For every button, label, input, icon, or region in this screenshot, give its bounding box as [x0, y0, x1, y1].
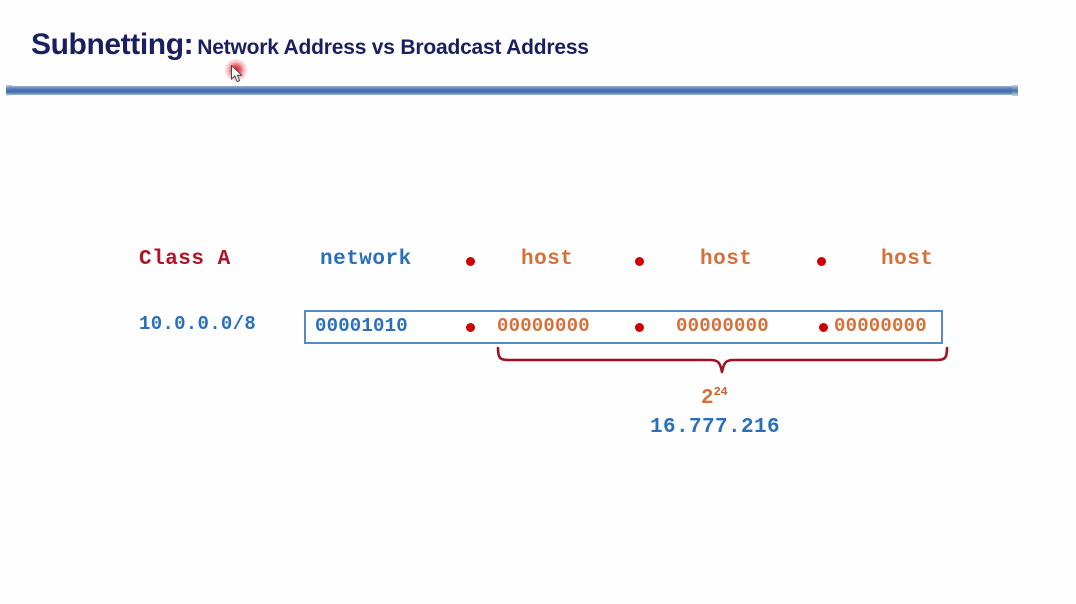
host-count-label: 16.777.216	[650, 416, 781, 439]
field-label-host-3: host	[881, 248, 934, 271]
octet-dot-separator-1	[466, 323, 475, 332]
field-label-network: network	[320, 248, 412, 271]
octet-binary-3: 00000000	[676, 315, 769, 337]
octet-binary-1: 00001010	[315, 315, 408, 337]
field-label-host-2: host	[700, 248, 753, 271]
power-base: 2	[701, 387, 714, 410]
label-dot-separator-1	[466, 257, 475, 266]
octet-dot-separator-3	[819, 323, 828, 332]
network-address-label: 10.0.0.0/8	[139, 313, 257, 335]
octet-binary-2: 00000000	[497, 315, 590, 337]
class-label: Class A	[139, 248, 231, 271]
field-label-host-1: host	[521, 248, 574, 271]
host-portion-brace	[496, 346, 949, 374]
host-power-label: 224	[701, 385, 728, 410]
subnetting-diagram: Class A network host host host 10.0.0.0/…	[0, 0, 1076, 604]
power-exponent: 24	[713, 385, 728, 399]
label-dot-separator-2	[635, 257, 644, 266]
octet-dot-separator-2	[635, 323, 644, 332]
octet-binary-4: 00000000	[834, 315, 927, 337]
label-dot-separator-3	[817, 257, 826, 266]
